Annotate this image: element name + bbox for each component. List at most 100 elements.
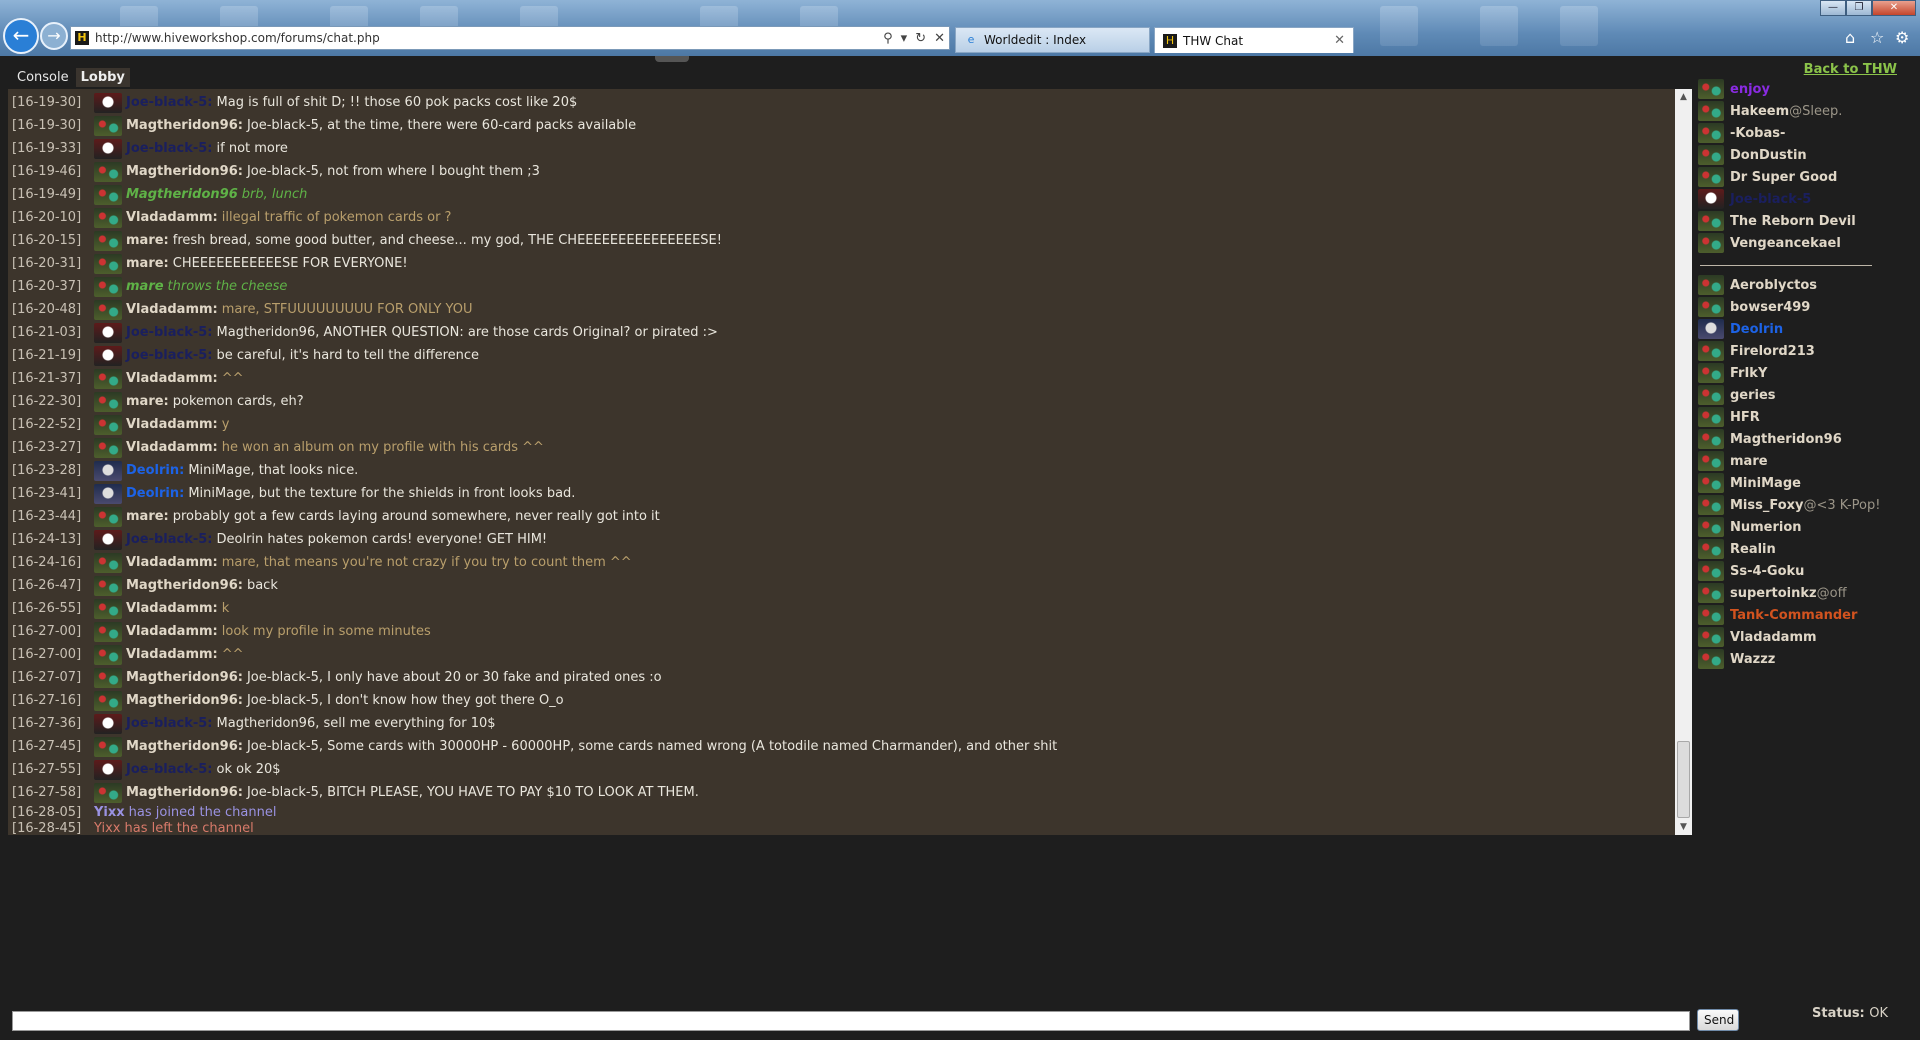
user-list-name[interactable]: Joe-black-5 bbox=[1730, 192, 1811, 207]
user-list-item[interactable]: Firelord213 bbox=[1694, 340, 1904, 362]
scrollbar-thumb[interactable] bbox=[1677, 741, 1690, 818]
user-list-item[interactable]: mare bbox=[1694, 450, 1904, 472]
user-name[interactable]: Vladadamm: bbox=[126, 624, 218, 639]
user-list-name[interactable]: Aeroblyctos bbox=[1730, 278, 1817, 293]
settings-gear-icon[interactable]: ⚙ bbox=[1895, 28, 1909, 47]
user-name[interactable]: mare: bbox=[126, 256, 169, 271]
user-name[interactable]: Joe-black-5: bbox=[126, 762, 213, 777]
user-name[interactable]: Vladadamm: bbox=[126, 601, 218, 616]
user-list-item[interactable]: Hakeem @Sleep. bbox=[1694, 100, 1904, 122]
user-list-item[interactable]: supertoinkz @off bbox=[1694, 582, 1904, 604]
minimize-button[interactable]: — bbox=[1820, 0, 1846, 16]
stop-icon[interactable]: ✕ bbox=[934, 31, 945, 46]
user-list-name[interactable]: Tank-Commander bbox=[1730, 608, 1857, 623]
user-list-item[interactable]: Ss-4-Goku bbox=[1694, 560, 1904, 582]
send-button[interactable]: Send bbox=[1697, 1009, 1739, 1031]
scroll-down-icon[interactable]: ▼ bbox=[1675, 819, 1692, 835]
user-list-name[interactable]: Miss_Foxy bbox=[1730, 498, 1804, 513]
user-list-item[interactable]: geries bbox=[1694, 384, 1904, 406]
user-list-name[interactable]: enjoy bbox=[1730, 82, 1770, 97]
user-list-item[interactable]: -Kobas- bbox=[1694, 122, 1904, 144]
user-name[interactable]: Yixx bbox=[94, 805, 125, 820]
user-list-item[interactable]: Vengeancekael bbox=[1694, 232, 1904, 254]
browser-tab-worldedit[interactable]: e Worldedit : Index bbox=[955, 27, 1150, 53]
user-list-name[interactable]: geries bbox=[1730, 388, 1776, 403]
tab-console[interactable]: Console bbox=[12, 68, 74, 87]
user-name[interactable]: Deolrin: bbox=[126, 463, 184, 478]
user-name[interactable]: Joe-black-5: bbox=[126, 95, 213, 110]
user-list-item[interactable]: bowser499 bbox=[1694, 296, 1904, 318]
user-list-item[interactable]: HFR bbox=[1694, 406, 1904, 428]
user-list-name[interactable]: HFR bbox=[1730, 410, 1760, 425]
back-to-thw-link[interactable]: Back to THW bbox=[1804, 62, 1897, 77]
user-list-name[interactable]: supertoinkz bbox=[1730, 586, 1817, 601]
user-name[interactable]: Vladadamm: bbox=[126, 417, 218, 432]
user-list-name[interactable]: mare bbox=[1730, 454, 1768, 469]
user-list-item[interactable]: Wazzz bbox=[1694, 648, 1904, 670]
user-list-name[interactable]: Realin bbox=[1730, 542, 1776, 557]
user-list-name[interactable]: -Kobas- bbox=[1730, 126, 1785, 141]
user-list-name[interactable]: Dr Super Good bbox=[1730, 170, 1837, 185]
user-list-item[interactable]: Aeroblyctos bbox=[1694, 274, 1904, 296]
user-name[interactable]: Joe-black-5: bbox=[126, 141, 213, 156]
close-window-button[interactable]: ✕ bbox=[1872, 0, 1916, 16]
refresh-icon[interactable]: ↻ bbox=[915, 31, 926, 46]
user-list-name[interactable]: Magtheridon96 bbox=[1730, 432, 1842, 447]
user-name[interactable]: mare: bbox=[126, 394, 169, 409]
user-list-item[interactable]: Dr Super Good bbox=[1694, 166, 1904, 188]
home-icon[interactable]: ⌂ bbox=[1845, 28, 1855, 47]
user-list-item[interactable]: MiniMage bbox=[1694, 472, 1904, 494]
user-name[interactable]: Magtheridon96: bbox=[126, 670, 243, 685]
user-list-item[interactable]: enjoy bbox=[1694, 78, 1904, 100]
close-tab-icon[interactable]: ✕ bbox=[1334, 33, 1345, 48]
user-name[interactable]: mare: bbox=[126, 233, 169, 248]
scroll-up-icon[interactable]: ▲ bbox=[1675, 89, 1692, 105]
user-name[interactable]: Deolrin: bbox=[126, 486, 184, 501]
user-name[interactable]: Magtheridon96: bbox=[126, 785, 243, 800]
user-list-name[interactable]: DonDustin bbox=[1730, 148, 1807, 163]
back-button[interactable]: ← bbox=[3, 18, 39, 54]
address-url[interactable]: http://www.hiveworkshop.com/forums/chat.… bbox=[95, 31, 879, 45]
user-name[interactable]: Vladadamm: bbox=[126, 555, 218, 570]
user-name[interactable]: mare: bbox=[126, 509, 169, 524]
user-name[interactable]: Yixx bbox=[94, 821, 120, 836]
user-name[interactable]: Joe-black-5: bbox=[126, 348, 213, 363]
chat-log-scrollbar[interactable]: ▲ ▼ bbox=[1675, 89, 1692, 835]
user-name[interactable]: Joe-black-5: bbox=[126, 325, 213, 340]
user-name[interactable]: Vladadamm: bbox=[126, 371, 218, 386]
user-list-item[interactable]: Miss_Foxy @<3 K-Pop! bbox=[1694, 494, 1904, 516]
user-list-item[interactable]: DonDustin bbox=[1694, 144, 1904, 166]
user-name[interactable]: Magtheridon96: bbox=[126, 578, 243, 593]
user-name[interactable]: Joe-black-5: bbox=[126, 532, 213, 547]
user-list-name[interactable]: Vladadamm bbox=[1730, 630, 1817, 645]
user-list-name[interactable]: bowser499 bbox=[1730, 300, 1810, 315]
user-list-name[interactable]: Vengeancekael bbox=[1730, 236, 1841, 251]
user-list-item[interactable]: Numerion bbox=[1694, 516, 1904, 538]
user-name[interactable]: Magtheridon96: bbox=[126, 693, 243, 708]
user-list-name[interactable]: FrIkY bbox=[1730, 366, 1767, 381]
user-name[interactable]: mare bbox=[126, 279, 164, 294]
user-list-name[interactable]: Hakeem bbox=[1730, 104, 1789, 119]
user-list-name[interactable]: The Reborn Devil bbox=[1730, 214, 1856, 229]
user-list-item[interactable]: Vladadamm bbox=[1694, 626, 1904, 648]
browser-tab-thw-chat[interactable]: H THW Chat ✕ bbox=[1154, 27, 1354, 53]
user-name[interactable]: Magtheridon96: bbox=[126, 118, 243, 133]
user-list-item[interactable]: Realin bbox=[1694, 538, 1904, 560]
user-list-name[interactable]: MiniMage bbox=[1730, 476, 1801, 491]
user-name[interactable]: Magtheridon96 bbox=[126, 187, 238, 202]
user-list-name[interactable]: Numerion bbox=[1730, 520, 1802, 535]
user-name[interactable]: Vladadamm: bbox=[126, 210, 218, 225]
maximize-button[interactable]: ❐ bbox=[1846, 0, 1872, 16]
user-list-name[interactable]: Ss-4-Goku bbox=[1730, 564, 1804, 579]
user-list-item[interactable]: Magtheridon96 bbox=[1694, 428, 1904, 450]
user-list-item[interactable]: Joe-black-5 bbox=[1694, 188, 1904, 210]
user-list-name[interactable]: Deolrin bbox=[1730, 322, 1783, 337]
user-name[interactable]: Magtheridon96: bbox=[126, 164, 243, 179]
dropdown-icon[interactable]: ▾ bbox=[901, 31, 908, 46]
user-list-name[interactable]: Wazzz bbox=[1730, 652, 1775, 667]
user-name[interactable]: Magtheridon96: bbox=[126, 739, 243, 754]
user-list-item[interactable]: FrIkY bbox=[1694, 362, 1904, 384]
user-list-name[interactable]: Firelord213 bbox=[1730, 344, 1815, 359]
user-list-item[interactable]: The Reborn Devil bbox=[1694, 210, 1904, 232]
chat-message-input[interactable] bbox=[12, 1011, 1690, 1031]
